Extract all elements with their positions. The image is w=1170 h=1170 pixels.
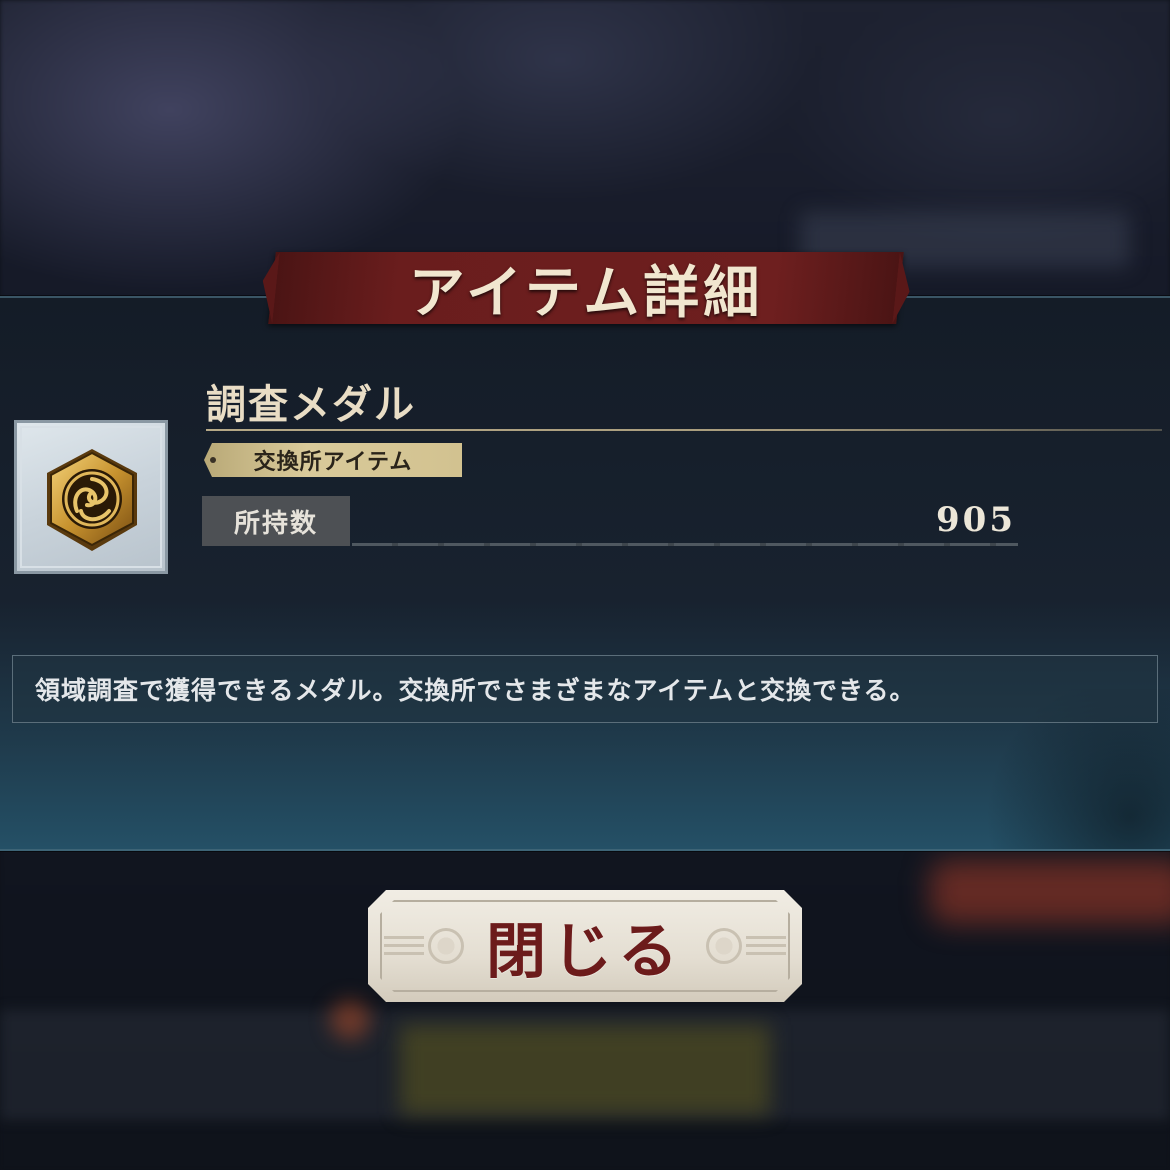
close-button[interactable]: 閉じる [368,890,802,1002]
item-icon-frame [14,420,168,574]
background-nav-highlight [400,1025,770,1115]
owned-count-value: 905 [936,500,1016,540]
owned-count-divider [352,543,1018,546]
medal-icon [47,449,137,551]
close-button-label: 閉じる [486,916,684,987]
item-description: 領域調査で獲得できるメダル。交換所でさまざまなアイテムと交換できる。 [12,655,1158,723]
background-notification-dot [330,1000,370,1040]
item-category-tag: 交換所アイテム [204,443,462,477]
name-divider [206,429,1162,431]
dialog-title: アイテム詳細 [408,259,764,326]
background-button [930,860,1170,924]
item-name: 調査メダル [206,381,416,428]
item-description-text: 領域調査で獲得できるメダル。交換所でさまざまなアイテムと交換できる。 [35,676,916,705]
item-detail-panel [0,296,1170,851]
tag-hole-icon [210,457,216,463]
owned-count-label: 所持数 [202,496,350,546]
